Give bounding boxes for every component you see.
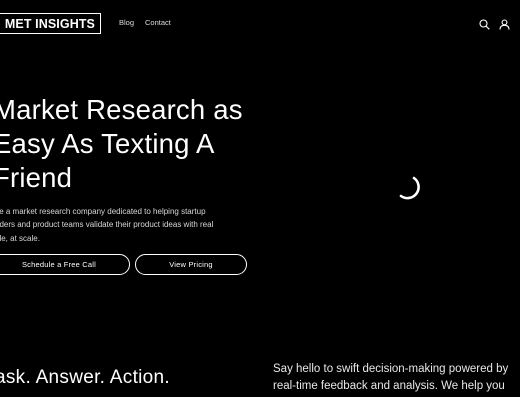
nav-link-blog[interactable]: Blog [119, 18, 134, 27]
account-icon[interactable] [499, 17, 510, 30]
hero-title-line: Easy As Texting A [0, 128, 215, 159]
hero-title-line: Friend [0, 162, 73, 193]
loading-spinner-icon [392, 172, 420, 200]
view-pricing-button[interactable]: View Pricing [135, 254, 247, 275]
section-description: Say hello to swift decision-making power… [273, 361, 520, 395]
schedule-call-button[interactable]: Schedule a Free Call [0, 254, 130, 275]
hero-subtitle-line: ple, at scale. [0, 233, 40, 243]
hero-title: Market Research as Easy As Texting A Fri… [0, 93, 263, 195]
nav-link-contact[interactable]: Contact [145, 18, 171, 27]
site-logo[interactable]: MET INSIGHTS [0, 13, 101, 34]
site-header: MET INSIGHTS Blog Contact [0, 0, 520, 46]
section-description-line: Say hello to swift decision-making power… [273, 363, 509, 375]
section-description-line: real-time feedback and analysis. We help… [273, 380, 505, 392]
hero-title-line: Market Research as [0, 94, 243, 125]
search-icon[interactable] [479, 17, 490, 30]
main-nav: Blog Contact [119, 18, 171, 27]
section-tagline: ask. Answer. Action. [0, 367, 170, 388]
hero-subtitle-line: 're a market research company dedicated … [0, 207, 206, 216]
header-icons [479, 17, 510, 30]
hero-subtitle: 're a market research company dedicated … [0, 205, 240, 245]
hero-subtitle-line: nders and product teams validate their p… [0, 220, 214, 230]
